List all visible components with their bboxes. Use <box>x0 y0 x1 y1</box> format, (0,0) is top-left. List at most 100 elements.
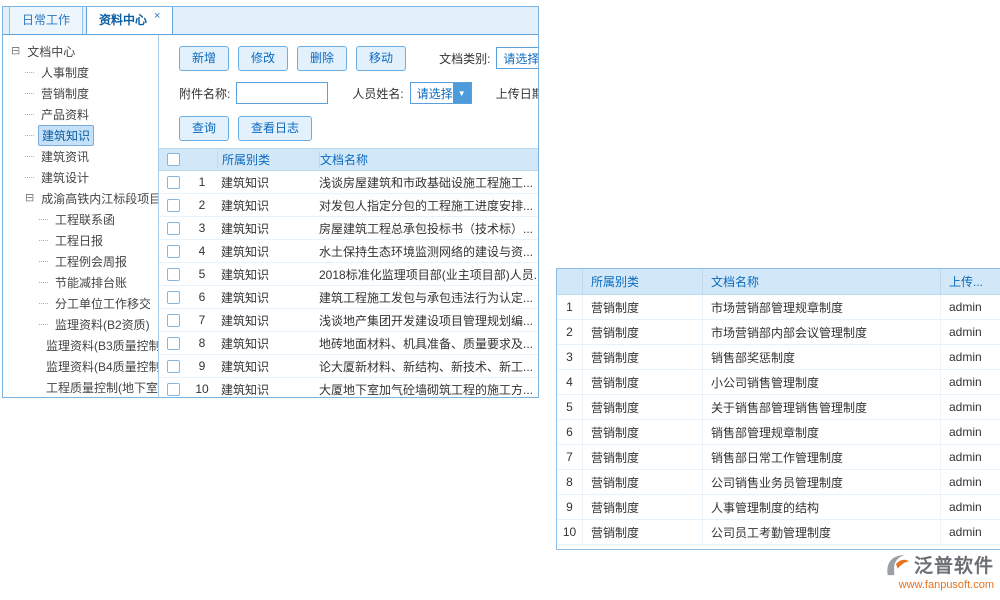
brand-url-link[interactable]: www.fanpusoft.com <box>860 579 994 591</box>
row-checkbox[interactable] <box>167 360 180 373</box>
table-row[interactable]: 3建筑知识房屋建筑工程总承包投标书（技术标）... <box>159 217 538 240</box>
query-button[interactable]: 查询 <box>179 116 229 141</box>
table-row[interactable]: 7营销制度销售部日常工作管理制度admin <box>557 445 1000 470</box>
chevron-down-icon[interactable]: ▼ <box>453 83 471 103</box>
tree-item[interactable]: 监理资料(B2资质) <box>3 314 158 335</box>
filter-row: 附件名称: 人员姓名: 请选择 ▼ 上传日期 <box>179 80 538 106</box>
checkbox-cell <box>159 337 187 350</box>
table-row[interactable]: 1营销制度市场营销部管理规章制度admin <box>557 295 1000 320</box>
tree-item-label: 节能减排台账 <box>52 273 130 292</box>
row-checkbox[interactable] <box>167 314 180 327</box>
row-category: 营销制度 <box>583 470 703 494</box>
tree-item-label: 分工单位工作移交 <box>52 294 154 313</box>
tree-item[interactable]: 工程日报 <box>3 230 158 251</box>
row-uploader: admin <box>941 445 1000 469</box>
tree-item[interactable]: 营销制度 <box>3 83 158 104</box>
checkbox-cell <box>159 314 187 327</box>
tree-item[interactable]: 监理资料(B3质量控制) <box>3 335 158 356</box>
view-log-button[interactable]: 查看日志 <box>238 116 312 141</box>
row-number: 5 <box>187 267 217 281</box>
table-row[interactable]: 4营销制度小公司销售管理制度admin <box>557 370 1000 395</box>
tree-item-label: 建筑资讯 <box>38 147 92 166</box>
tree-item[interactable]: 分工单位工作移交 <box>3 293 158 314</box>
close-icon[interactable]: × <box>154 11 160 22</box>
tree-item[interactable]: 工程例会周报 <box>3 251 158 272</box>
tree-connector-icon <box>39 240 48 241</box>
collapse-icon[interactable]: ⊟ <box>11 46 20 57</box>
tree-item[interactable]: 工程质量控制(地下室) <box>3 377 158 397</box>
row-doc-name: 公司销售业务员管理制度 <box>703 470 941 494</box>
delete-button[interactable]: 删除 <box>297 46 347 71</box>
row-checkbox[interactable] <box>167 176 180 189</box>
tree-connector-icon <box>39 282 48 283</box>
table-row[interactable]: 6营销制度销售部管理规章制度admin <box>557 420 1000 445</box>
table-row[interactable]: 7建筑知识浅谈地产集团开发建设项目管理规划编... <box>159 309 538 332</box>
table-row[interactable]: 8建筑知识地砖地面材料、机具准备、质量要求及... <box>159 332 538 355</box>
footer-brand: 泛普软件 www.fanpusoft.com <box>860 551 994 591</box>
tree-item[interactable]: 建筑知识 <box>3 125 158 146</box>
checkbox-cell <box>159 245 187 258</box>
tree-item[interactable]: 节能减排台账 <box>3 272 158 293</box>
tree-item[interactable]: ⊟ 文档中心 <box>3 41 158 62</box>
row-doc-name: 销售部管理规章制度 <box>703 420 941 444</box>
collapse-icon[interactable]: ⊟ <box>25 193 34 204</box>
row-checkbox[interactable] <box>167 291 180 304</box>
tree-item[interactable]: 建筑资讯 <box>3 146 158 167</box>
tree-item-label: 监理资料(B3质量控制) <box>43 336 159 355</box>
row-checkbox[interactable] <box>167 337 180 350</box>
tree-item[interactable]: 建筑设计 <box>3 167 158 188</box>
row-number: 7 <box>187 313 217 327</box>
tree-item-label: 工程日报 <box>52 231 106 250</box>
table-row[interactable]: 9建筑知识论大厦新材料、新结构、新技术、新工... <box>159 355 538 378</box>
checkbox-cell <box>159 291 187 304</box>
attachment-name-input[interactable] <box>236 82 328 104</box>
tree-item[interactable]: ⊟成渝高铁内江标段项目 <box>3 188 158 209</box>
row-category: 建筑知识 <box>217 243 319 260</box>
table-row[interactable]: 5营销制度关于销售部管理销售管理制度admin <box>557 395 1000 420</box>
table-row[interactable]: 10建筑知识大厦地下室加气砼墙砌筑工程的施工方... <box>159 378 538 397</box>
row-checkbox[interactable] <box>167 222 180 235</box>
tree-item[interactable]: 人事制度 <box>3 62 158 83</box>
row-checkbox[interactable] <box>167 268 180 281</box>
doc-category-select[interactable]: 请选择 ▼ <box>496 47 538 69</box>
person-name-select[interactable]: 请选择 ▼ <box>410 82 472 104</box>
tree-item-label: 文档中心 <box>24 42 78 61</box>
row-number: 4 <box>557 370 583 394</box>
tab-daily-work[interactable]: 日常工作 <box>9 6 83 34</box>
edit-button[interactable]: 修改 <box>238 46 288 71</box>
row-checkbox[interactable] <box>167 245 180 258</box>
row-category: 建筑知识 <box>217 381 319 398</box>
table-row[interactable]: 2营销制度市场营销部内部会议管理制度admin <box>557 320 1000 345</box>
row-number: 3 <box>187 221 217 235</box>
tree-item-label: 建筑知识 <box>38 125 94 146</box>
table-row[interactable]: 1建筑知识浅谈房屋建筑和市政基础设施工程施工... <box>159 171 538 194</box>
tree-connector-icon <box>25 114 34 115</box>
tree-item[interactable]: 监理资料(B4质量控制) <box>3 356 158 377</box>
tree-item[interactable]: 工程联系函 <box>3 209 158 230</box>
document-table: 所属别类 文档名称 1建筑知识浅谈房屋建筑和市政基础设施工程施工...2建筑知识… <box>159 148 538 397</box>
row-uploader: admin <box>941 495 1000 519</box>
tree-item[interactable]: 产品资料 <box>3 104 158 125</box>
table-row[interactable]: 3营销制度销售部奖惩制度admin <box>557 345 1000 370</box>
row-checkbox[interactable] <box>167 383 180 396</box>
table-row[interactable]: 4建筑知识水土保持生态环境监测网络的建设与资... <box>159 240 538 263</box>
doc-category-value: 请选择 <box>497 50 538 67</box>
tree-connector-icon <box>25 93 34 94</box>
add-button[interactable]: 新增 <box>179 46 229 71</box>
table-row[interactable]: 2建筑知识对发包人指定分包的工程施工进度安排... <box>159 194 538 217</box>
checkbox-cell <box>159 222 187 235</box>
table-row[interactable]: 10营销制度公司员工考勤管理制度admin <box>557 520 1000 545</box>
table-row[interactable]: 6建筑知识建筑工程施工发包与承包违法行为认定... <box>159 286 538 309</box>
table-row[interactable]: 5建筑知识2018标准化监理项目部(业主项目部)人员... <box>159 263 538 286</box>
move-button[interactable]: 移动 <box>356 46 406 71</box>
row-category: 建筑知识 <box>217 266 319 283</box>
row-checkbox[interactable] <box>167 199 180 212</box>
table-row[interactable]: 8营销制度公司销售业务员管理制度admin <box>557 470 1000 495</box>
row-number: 9 <box>557 495 583 519</box>
table-row[interactable]: 9营销制度人事管理制度的结构admin <box>557 495 1000 520</box>
select-all-checkbox[interactable] <box>167 153 180 166</box>
tab-data-center[interactable]: 资料中心 × <box>86 6 173 34</box>
row-number: 2 <box>187 198 217 212</box>
row-number: 1 <box>557 295 583 319</box>
row-category: 建筑知识 <box>217 312 319 329</box>
